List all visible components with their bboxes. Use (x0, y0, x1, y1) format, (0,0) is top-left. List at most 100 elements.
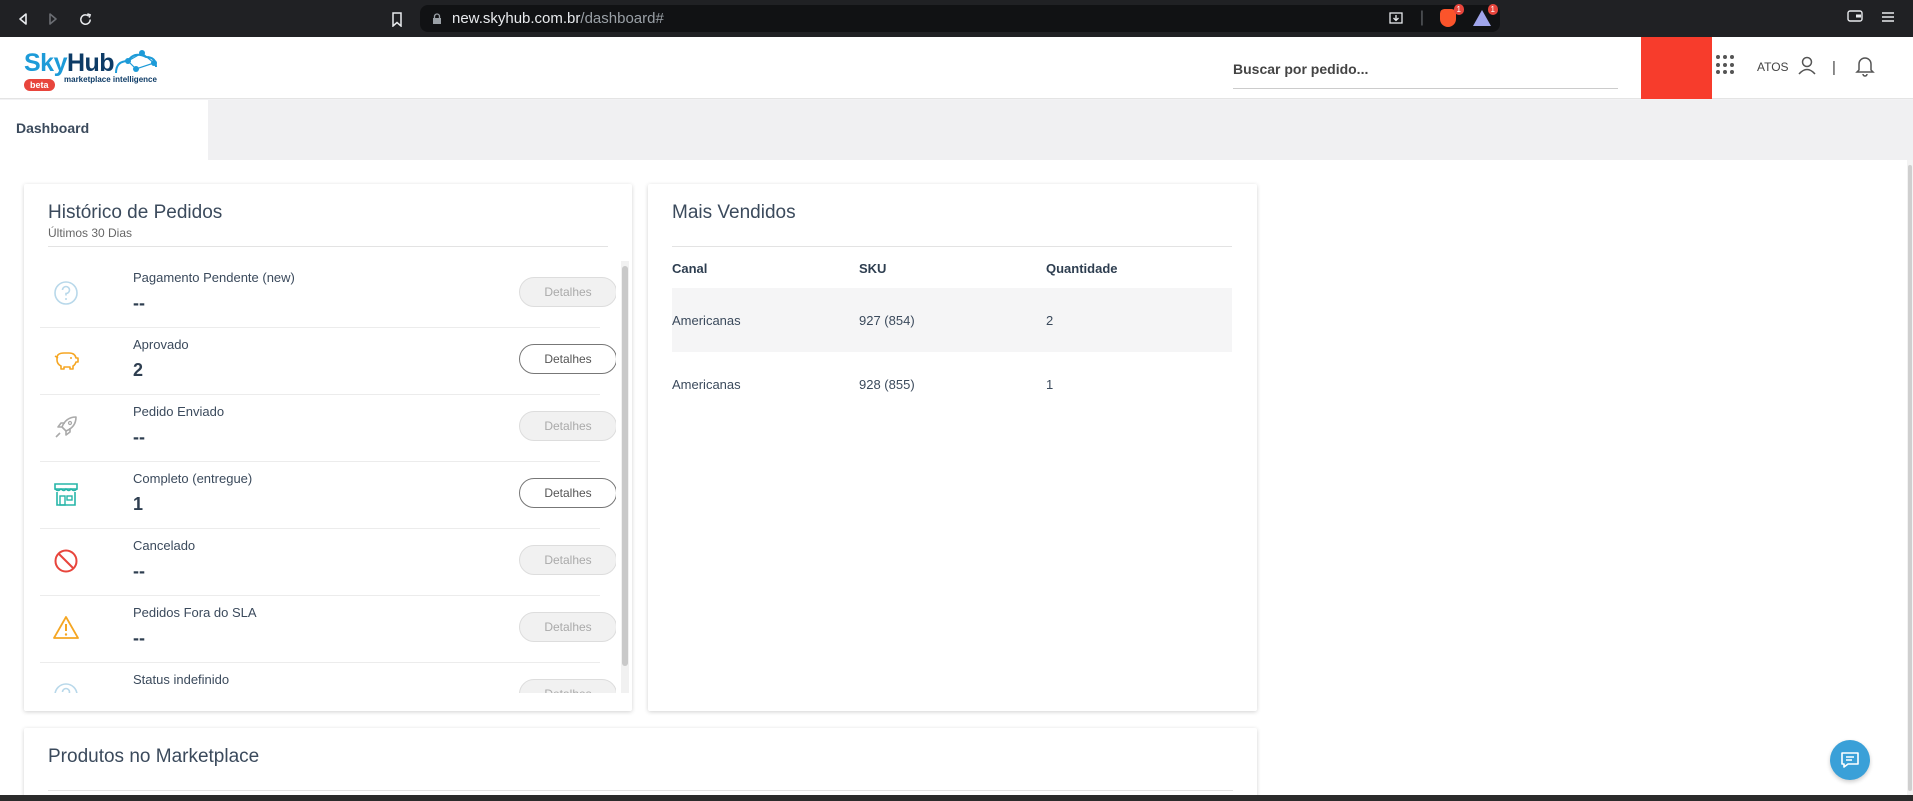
apps-grid-icon[interactable] (1716, 55, 1736, 75)
forward-icon[interactable] (40, 6, 66, 32)
cell-quantidade: 1 (1046, 377, 1054, 392)
bookmark-icon[interactable] (384, 6, 410, 32)
status-label: Pagamento Pendente (new) (133, 270, 295, 285)
tab-dashboard-label: Dashboard (16, 120, 90, 136)
order-status-row: Aprovado 2 Detalhes (40, 328, 616, 395)
marketplace-products-card: Produtos no Marketplace (24, 728, 1257, 801)
order-search (1233, 49, 1618, 89)
back-icon[interactable] (10, 6, 36, 32)
wallet-icon[interactable] (1847, 9, 1863, 28)
status-count: -- (133, 561, 145, 581)
logo-wordmark: SkyHub (24, 49, 115, 78)
user-name-label[interactable]: ATOS (1757, 60, 1789, 74)
order-status-row: Pedido Enviado -- Detalhes (40, 395, 616, 462)
order-history-title: Histórico de Pedidos (48, 202, 223, 223)
chat-icon (1841, 752, 1859, 768)
details-button[interactable]: Detalhes (519, 679, 616, 693)
bottom-edge-bar (0, 795, 1913, 801)
status-label: Pedidos Fora do SLA (133, 605, 257, 620)
page-scrollbar-thumb[interactable] (1908, 165, 1912, 791)
cell-sku: 927 (854) (859, 313, 915, 328)
network-cloud-icon (115, 50, 157, 74)
column-header-quantidade: Quantidade (1046, 261, 1118, 276)
status-count: 2 (133, 360, 144, 380)
app-header: SkyHub marketplace intelligence beta ATO… (0, 37, 1913, 99)
marketplace-products-title: Produtos no Marketplace (48, 746, 260, 767)
logo-sky: Sky (24, 49, 67, 77)
details-button[interactable]: Detalhes (519, 344, 616, 374)
header-separator: | (1832, 59, 1836, 76)
cell-quantidade: 2 (1046, 313, 1054, 328)
status-label: Aprovado (133, 337, 189, 352)
best-sellers-table: Canal SKU Quantidade Americanas 927 (854… (672, 247, 1232, 416)
column-header-sku: SKU (859, 261, 887, 276)
warning-icon (53, 616, 79, 639)
brave-rewards-icon[interactable]: 1 (1472, 4, 1498, 28)
order-history-header: Histórico de Pedidos Últimos 30 Dias (48, 202, 608, 247)
status-label: Cancelado (133, 538, 196, 553)
bell-icon[interactable] (1855, 55, 1875, 82)
status-count: -- (133, 293, 145, 313)
details-button[interactable]: Detalhes (519, 411, 616, 441)
status-label: Completo (entregue) (133, 471, 253, 486)
best-sellers-title: Mais Vendidos (672, 202, 796, 223)
store-icon (54, 483, 78, 506)
url-path: /dashboard# (580, 10, 664, 27)
best-sellers-card: Mais Vendidos Canal SKU Quantidade Ameri… (648, 184, 1257, 711)
order-status-list: Pagamento Pendente (new) -- Detalhes Apr… (40, 261, 616, 693)
logo-hub: Hub (66, 49, 115, 77)
cell-sku: 928 (855) (859, 377, 915, 392)
order-status-row: Pedidos Fora do SLA -- Detalhes (40, 596, 616, 663)
question-icon (54, 281, 78, 305)
order-status-row: Completo (entregue) 1 Detalhes (40, 462, 616, 529)
reload-icon[interactable] (72, 6, 98, 32)
details-button[interactable]: Detalhes (519, 478, 616, 508)
status-count: -- (133, 427, 145, 447)
best-sellers-header: Mais Vendidos (672, 202, 1232, 247)
marketplace-products-header: Produtos no Marketplace (48, 746, 1233, 791)
order-search-input[interactable] (1233, 49, 1618, 88)
table-header-row: Canal SKU Quantidade (672, 247, 1232, 288)
skyhub-logo[interactable]: SkyHub marketplace intelligence beta (24, 47, 164, 92)
piggy-bank-icon (54, 352, 79, 370)
address-bar[interactable]: new.skyhub.com.br/dashboard# | 1 1 (420, 4, 1500, 32)
cell-canal: Americanas (672, 313, 741, 328)
question-icon (54, 683, 78, 693)
menu-icon[interactable] (1881, 10, 1895, 28)
chat-button[interactable] (1830, 740, 1870, 780)
order-status-row: Pagamento Pendente (new) -- Detalhes (40, 261, 616, 328)
tab-dashboard[interactable]: Dashboard (0, 100, 208, 160)
order-history-subtitle: Últimos 30 Dias (48, 226, 133, 240)
url-divider: | (1419, 9, 1424, 26)
dashboard-content: Histórico de Pedidos Últimos 30 Dias Pag… (0, 160, 1913, 801)
browser-toolbar: new.skyhub.com.br/dashboard# | 1 1 (0, 0, 1913, 37)
status-label: Status indefinido (133, 672, 230, 687)
order-history-card: Histórico de Pedidos Últimos 30 Dias Pag… (24, 184, 632, 711)
details-button[interactable]: Detalhes (519, 545, 616, 575)
status-count: -- (133, 628, 145, 648)
column-header-canal: Canal (672, 261, 708, 276)
cell-canal: Americanas (672, 377, 741, 392)
user-icon[interactable] (1797, 55, 1817, 80)
order-list-scrollbar-thumb[interactable] (622, 266, 628, 666)
details-button[interactable]: Detalhes (519, 612, 616, 642)
brave-shields-icon[interactable]: 1 (1438, 4, 1464, 28)
details-button[interactable]: Detalhes (519, 277, 616, 307)
url-text: new.skyhub.com.br/dashboard# (452, 10, 664, 27)
table-row: Americanas 927 (854) 2 (672, 288, 1232, 352)
beta-badge: beta (24, 79, 55, 91)
status-label: Pedido Enviado (133, 404, 225, 419)
rewards-badge: 1 (1487, 4, 1498, 15)
red-banner-block (1641, 37, 1712, 99)
install-icon[interactable] (1386, 8, 1406, 28)
tab-strip: Dashboard (0, 100, 1913, 160)
order-status-row: Cancelado -- Detalhes (40, 529, 616, 596)
url-host: new.skyhub.com.br (452, 10, 581, 27)
cancel-icon (54, 549, 78, 573)
table-row: Americanas 928 (855) 1 (672, 352, 1232, 416)
rocket-icon (55, 416, 77, 438)
lock-icon (432, 12, 442, 25)
order-status-row: Status indefinido Detalhes (40, 663, 616, 693)
status-count: 1 (133, 494, 144, 514)
brave-badge: 1 (1453, 4, 1464, 15)
